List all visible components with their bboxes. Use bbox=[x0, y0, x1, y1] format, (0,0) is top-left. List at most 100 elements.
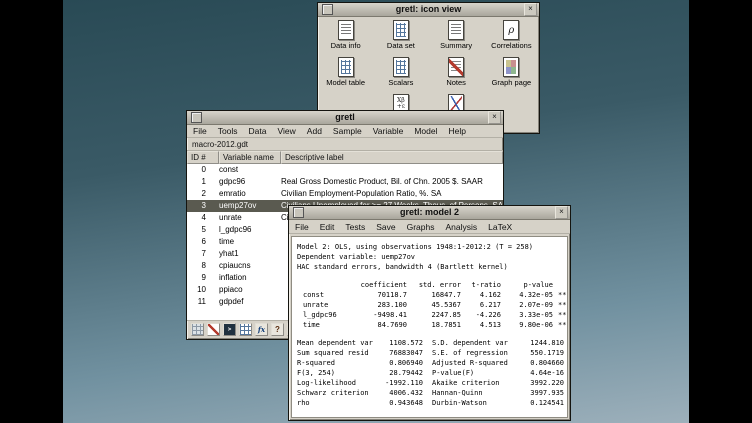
coef-p: 4.32e-05 bbox=[501, 290, 553, 300]
menu-view[interactable]: View bbox=[278, 126, 296, 136]
icon-summary[interactable]: Summary bbox=[429, 20, 484, 54]
column-header-name[interactable]: Variable name bbox=[219, 151, 281, 164]
row-id: 10 bbox=[187, 284, 219, 296]
coef-p: 3.33e-05 bbox=[501, 310, 553, 320]
menu-latex[interactable]: LaTeX bbox=[488, 222, 512, 232]
stat-label: Schwarz criterion bbox=[297, 388, 381, 398]
menu-file[interactable]: File bbox=[193, 126, 207, 136]
row-id: 11 bbox=[187, 296, 219, 308]
row-id: 9 bbox=[187, 272, 219, 284]
coef-p: 2.07e-09 bbox=[501, 300, 553, 310]
stat-value: 3992.220 bbox=[522, 378, 564, 388]
fx-glyph: fx bbox=[258, 325, 265, 334]
stat-label: S.D. dependent var bbox=[432, 338, 522, 348]
close-icon[interactable]: × bbox=[488, 111, 501, 124]
stat-value: 0.124541 bbox=[522, 398, 564, 408]
stat-label: Sum squared resid bbox=[297, 348, 381, 358]
stat-label: S.E. of regression bbox=[432, 348, 522, 358]
icon-label: Scalars bbox=[388, 79, 413, 87]
row-name: uemp27ov bbox=[219, 200, 281, 212]
menu-variable[interactable]: Variable bbox=[373, 126, 404, 136]
new-script-icon[interactable] bbox=[207, 323, 220, 336]
model-title: gretl: model 2 bbox=[306, 206, 553, 219]
menu-add[interactable]: Add bbox=[307, 126, 322, 136]
coef-value: 70118.7 bbox=[355, 290, 407, 300]
row-id: 5 bbox=[187, 224, 219, 236]
table-row[interactable]: 0 const bbox=[187, 164, 503, 176]
icon-label: Notes bbox=[446, 79, 466, 87]
main-menubar: File Tools Data View Add Sample Variable… bbox=[187, 125, 503, 138]
coef-sig: *** bbox=[553, 310, 568, 320]
main-titlebar[interactable]: gretl × bbox=[187, 111, 503, 125]
menu-edit[interactable]: Edit bbox=[320, 222, 335, 232]
variable-table-header: ID # Variable name Descriptive label bbox=[187, 151, 503, 164]
menu-model[interactable]: Model bbox=[414, 126, 437, 136]
model-table-icon bbox=[338, 57, 354, 77]
table-row[interactable]: 1 gdpc96 Real Gross Domestic Product, Bi… bbox=[187, 176, 503, 188]
stat-value: 0.943648 bbox=[381, 398, 423, 408]
window-menu-button[interactable] bbox=[293, 207, 304, 218]
icon-scalars[interactable]: Scalars bbox=[373, 57, 428, 91]
stat-value: 76883047 bbox=[381, 348, 423, 358]
dataset-name-bar: macro-2012.gdt bbox=[187, 138, 503, 151]
close-icon[interactable]: × bbox=[524, 3, 537, 16]
session-view-icon[interactable] bbox=[239, 323, 252, 336]
coef-t: -4.226 bbox=[461, 310, 501, 320]
row-name: yhat1 bbox=[219, 248, 281, 260]
icon-view-title: gretl: icon view bbox=[335, 3, 522, 16]
coef-se: 16847.7 bbox=[407, 290, 461, 300]
calculator-icon[interactable] bbox=[191, 323, 204, 336]
icon-graph-page[interactable]: Graph page bbox=[484, 57, 539, 91]
menu-help[interactable]: Help bbox=[448, 126, 465, 136]
column-header-id[interactable]: ID # bbox=[187, 151, 219, 164]
correlations-icon: ρ bbox=[503, 20, 519, 40]
coef-sig: *** bbox=[553, 290, 568, 300]
coef-value: -9498.41 bbox=[355, 310, 407, 320]
column-header-label[interactable]: Descriptive label bbox=[281, 151, 503, 164]
menu-tests[interactable]: Tests bbox=[345, 222, 365, 232]
menu-graphs[interactable]: Graphs bbox=[407, 222, 435, 232]
stat-label: P-value(F) bbox=[432, 368, 522, 378]
stat-value: 3997.935 bbox=[522, 388, 564, 398]
console-icon[interactable]: > bbox=[223, 323, 236, 336]
coef-p: 9.80e-06 bbox=[501, 320, 553, 330]
icon-label: Model table bbox=[326, 79, 365, 87]
menu-analysis[interactable]: Analysis bbox=[445, 222, 477, 232]
icon-notes[interactable]: Notes bbox=[429, 57, 484, 91]
window-menu-button[interactable] bbox=[191, 112, 202, 123]
window-menu-button[interactable] bbox=[322, 4, 333, 15]
dependent-var-line: Dependent variable: uemp27ov bbox=[297, 252, 562, 262]
menu-sample[interactable]: Sample bbox=[333, 126, 362, 136]
menu-data[interactable]: Data bbox=[249, 126, 267, 136]
stat-label: Log-likelihood bbox=[297, 378, 381, 388]
reference-icon[interactable]: ? bbox=[271, 323, 284, 336]
icon-correlations[interactable]: ρ Correlations bbox=[484, 20, 539, 54]
coef-sig: *** bbox=[553, 300, 568, 310]
icon-data-set[interactable]: Data set bbox=[373, 20, 428, 54]
menu-tools[interactable]: Tools bbox=[218, 126, 238, 136]
coef-row: unrate 283.100 45.5367 6.217 2.07e-09 **… bbox=[297, 300, 562, 310]
row-id: 6 bbox=[187, 236, 219, 248]
icon-view-titlebar[interactable]: gretl: icon view × bbox=[318, 3, 539, 17]
stat-value: 550.1719 bbox=[522, 348, 564, 358]
icon-data-info[interactable]: Data info bbox=[318, 20, 373, 54]
icon-label: Graph page bbox=[492, 79, 532, 87]
coef-var: const bbox=[303, 290, 355, 300]
close-icon[interactable]: × bbox=[555, 206, 568, 219]
menu-file[interactable]: File bbox=[295, 222, 309, 232]
main-title: gretl bbox=[204, 111, 486, 124]
model-menubar: File Edit Tests Save Graphs Analysis LaT… bbox=[289, 220, 570, 234]
coef-header-row: coefficient std. error t-ratio p-value bbox=[297, 280, 562, 290]
row-name: ppiaco bbox=[219, 284, 281, 296]
stat-value: 1108.572 bbox=[381, 338, 423, 348]
model-titlebar[interactable]: gretl: model 2 × bbox=[289, 206, 570, 220]
function-packages-icon[interactable]: fx bbox=[255, 323, 268, 336]
data-info-icon bbox=[338, 20, 354, 40]
icon-model-table[interactable]: Model table bbox=[318, 57, 373, 91]
data-set-icon bbox=[393, 20, 409, 40]
model-glyph: Xβ+ε bbox=[395, 98, 407, 110]
stat-label: rho bbox=[297, 398, 381, 408]
icon-label: Correlations bbox=[491, 42, 531, 50]
table-row[interactable]: 2 emratio Civilian Employment-Population… bbox=[187, 188, 503, 200]
menu-save[interactable]: Save bbox=[376, 222, 395, 232]
